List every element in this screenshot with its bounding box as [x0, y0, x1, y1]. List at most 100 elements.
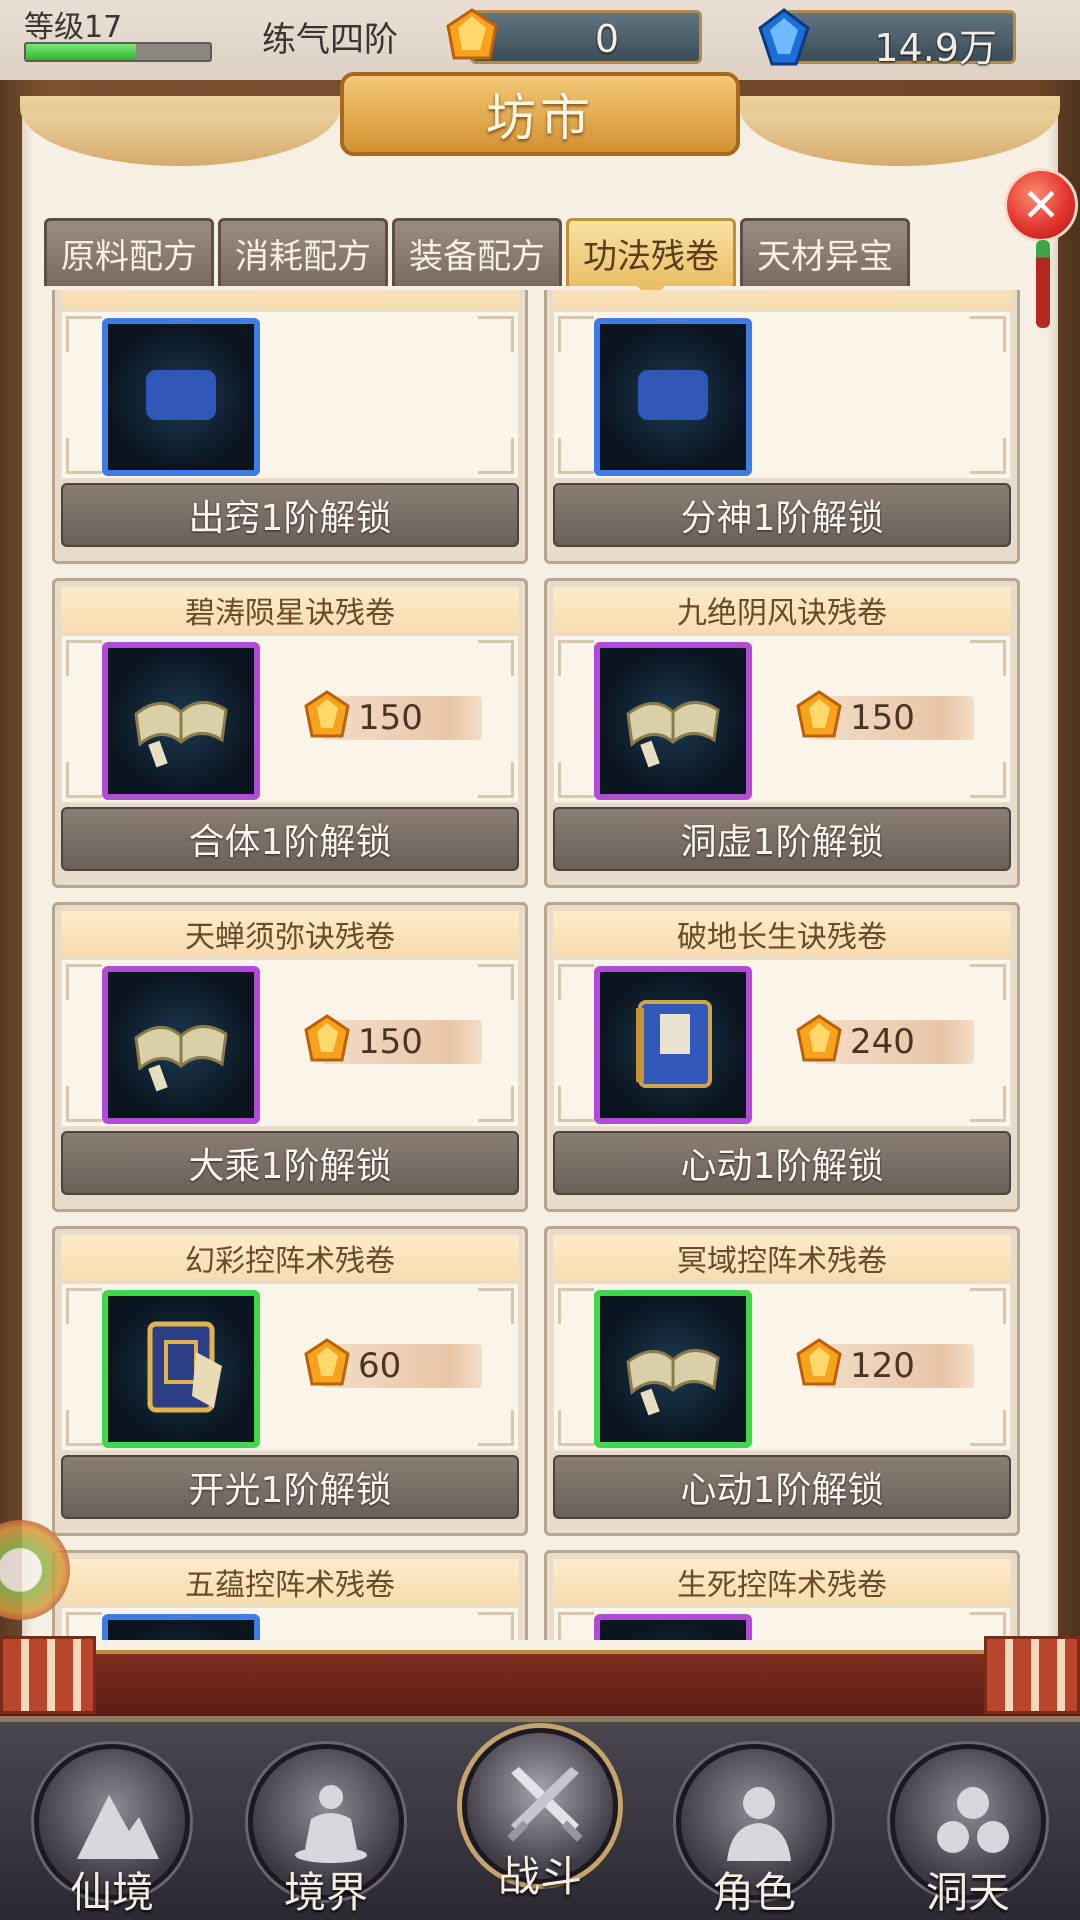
- corner-ornament: [66, 964, 102, 1000]
- scroll-icon: [618, 340, 728, 454]
- corner-ornament: [66, 640, 102, 676]
- unlock-requirement: 洞虚1阶解锁: [553, 807, 1011, 871]
- price-value: 150: [358, 1022, 423, 1062]
- diamond-currency[interactable]: 14.9万: [784, 10, 1016, 70]
- meditation-icon: [295, 1785, 367, 1863]
- corner-ornament: [970, 964, 1006, 1000]
- nav-battle[interactable]: 战斗: [462, 1728, 618, 1904]
- item-body: 150: [61, 635, 519, 803]
- gold-gem-icon: [446, 8, 498, 60]
- corner-ornament: [478, 964, 514, 1000]
- open-scroll-icon: [618, 1312, 728, 1426]
- blue-book-icon: [126, 1636, 236, 1640]
- price-value: 150: [850, 698, 915, 738]
- corner-ornament: [478, 1288, 514, 1324]
- item-body: [61, 311, 519, 479]
- item-icon-frame[interactable]: [594, 642, 752, 800]
- corner-ornament: [970, 1410, 1006, 1446]
- item-icon-frame[interactable]: [594, 1290, 752, 1448]
- corner-ornament: [970, 438, 1006, 474]
- corner-ornament: [558, 1410, 594, 1446]
- unlock-requirement: 合体1阶解锁: [61, 807, 519, 871]
- shop-item-card[interactable]: 天蝉须弥诀残卷 150 大乘1阶解锁: [52, 902, 528, 1212]
- shop-item-card[interactable]: 五蕴控阵术残卷150: [52, 1550, 528, 1640]
- corner-ornament: [558, 1086, 594, 1122]
- corner-ornament: [970, 1288, 1006, 1324]
- player-level: 等级17: [24, 10, 123, 45]
- item-grid: 出窍1阶解锁 分神1阶解锁 碧涛陨星诀残卷 150 合体1阶解锁 九绝阴风诀残卷 150 洞虚…: [52, 290, 1028, 1640]
- nav-label: 洞天: [925, 1868, 1010, 1917]
- price-value: 120: [850, 1346, 915, 1386]
- mountain-icon: [77, 1795, 159, 1859]
- gold-currency[interactable]: 0: [470, 10, 702, 64]
- item-name: [553, 290, 1011, 309]
- scroll-icon: [126, 340, 236, 454]
- corner-ornament: [478, 1612, 514, 1640]
- item-name: 幻彩控阵术残卷: [61, 1235, 519, 1281]
- corner-ornament: [66, 1288, 102, 1324]
- item-icon-frame[interactable]: [102, 318, 260, 476]
- item-name: [61, 290, 519, 309]
- shop-item-card[interactable]: 冥域控阵术残卷 120 心动1阶解锁: [544, 1226, 1020, 1536]
- item-icon-frame[interactable]: [102, 966, 260, 1124]
- shop-item-card[interactable]: 九绝阴风诀残卷 150 洞虚1阶解锁: [544, 578, 1020, 888]
- nav-fairyland[interactable]: 仙境: [34, 1744, 190, 1920]
- tab-technique-scrolls[interactable]: 功法残卷: [566, 218, 736, 286]
- item-icon-frame[interactable]: [594, 1614, 752, 1640]
- shop-item-card[interactable]: 分神1阶解锁: [544, 290, 1020, 564]
- item-icon-frame[interactable]: [102, 642, 260, 800]
- item-icon-frame[interactable]: [594, 318, 752, 476]
- nav-label: 境界: [283, 1868, 368, 1917]
- corner-ornament: [558, 964, 594, 1000]
- nav-label: 角色: [711, 1868, 796, 1917]
- window-title: 坊市: [486, 89, 594, 147]
- close-button[interactable]: ✕: [1004, 168, 1078, 242]
- tab-ingredient-recipes[interactable]: 原料配方: [44, 218, 214, 286]
- item-icon-frame[interactable]: [102, 1290, 260, 1448]
- item-name: 九绝阴风诀残卷: [553, 587, 1011, 633]
- diamond-value: 14.9万: [874, 26, 997, 70]
- nav-label: 仙境: [69, 1868, 154, 1917]
- open-scroll-icon: [618, 664, 728, 778]
- gold-gem-icon: [796, 1338, 842, 1386]
- blue-book-icon: [618, 988, 728, 1102]
- item-body: 150: [553, 635, 1011, 803]
- item-icon-frame[interactable]: [102, 1614, 260, 1640]
- unlock-requirement: 分神1阶解锁: [553, 483, 1011, 547]
- nav-cave-realm[interactable]: 洞天: [890, 1744, 1046, 1920]
- category-tabs: 原料配方 消耗配方 装备配方 功法残卷 天材异宝: [44, 218, 910, 286]
- open-scroll-icon: [126, 664, 236, 778]
- rail-ornament-left: [0, 1636, 96, 1714]
- shop-item-card[interactable]: 幻彩控阵术残卷 60 开光1阶解锁: [52, 1226, 528, 1536]
- rail-ornament-right: [984, 1636, 1080, 1714]
- corner-ornament: [970, 762, 1006, 798]
- corner-ornament: [478, 316, 514, 352]
- corner-ornament: [66, 316, 102, 352]
- price-tag: 60: [304, 1338, 482, 1388]
- tab-equipment-recipes[interactable]: 装备配方: [392, 218, 562, 286]
- shop-item-card[interactable]: 碧涛陨星诀残卷 150 合体1阶解锁: [52, 578, 528, 888]
- tab-rare-treasures[interactable]: 天材异宝: [740, 218, 910, 286]
- price-tag: 120: [796, 1338, 974, 1388]
- corner-ornament: [478, 1086, 514, 1122]
- price-value: 240: [850, 1022, 915, 1062]
- character-icon: [727, 1787, 791, 1861]
- item-icon-frame[interactable]: [594, 966, 752, 1124]
- corner-ornament: [558, 762, 594, 798]
- corner-ornament: [970, 640, 1006, 676]
- corner-ornament: [970, 1086, 1006, 1122]
- open-scroll-icon: [126, 988, 236, 1102]
- corner-ornament: [66, 438, 102, 474]
- gold-gem-icon: [304, 1338, 350, 1386]
- shop-item-card[interactable]: 出窍1阶解锁: [52, 290, 528, 564]
- tassel-decoration: [1036, 240, 1050, 328]
- tab-consumable-recipes[interactable]: 消耗配方: [218, 218, 388, 286]
- item-name: 破地长生诀残卷: [553, 911, 1011, 957]
- nav-realm[interactable]: 境界: [248, 1744, 404, 1920]
- shop-item-card[interactable]: 生死控阵术残卷180: [544, 1550, 1020, 1640]
- nav-character[interactable]: 角色: [676, 1744, 832, 1920]
- item-list[interactable]: 出窍1阶解锁 分神1阶解锁 碧涛陨星诀残卷 150 合体1阶解锁 九绝阴风诀残卷 150 洞虚…: [52, 290, 1028, 1640]
- shop-item-card[interactable]: 破地长生诀残卷 240 心动1阶解锁: [544, 902, 1020, 1212]
- window-title-banner: 坊市: [340, 72, 740, 156]
- unlock-requirement: 大乘1阶解锁: [61, 1131, 519, 1195]
